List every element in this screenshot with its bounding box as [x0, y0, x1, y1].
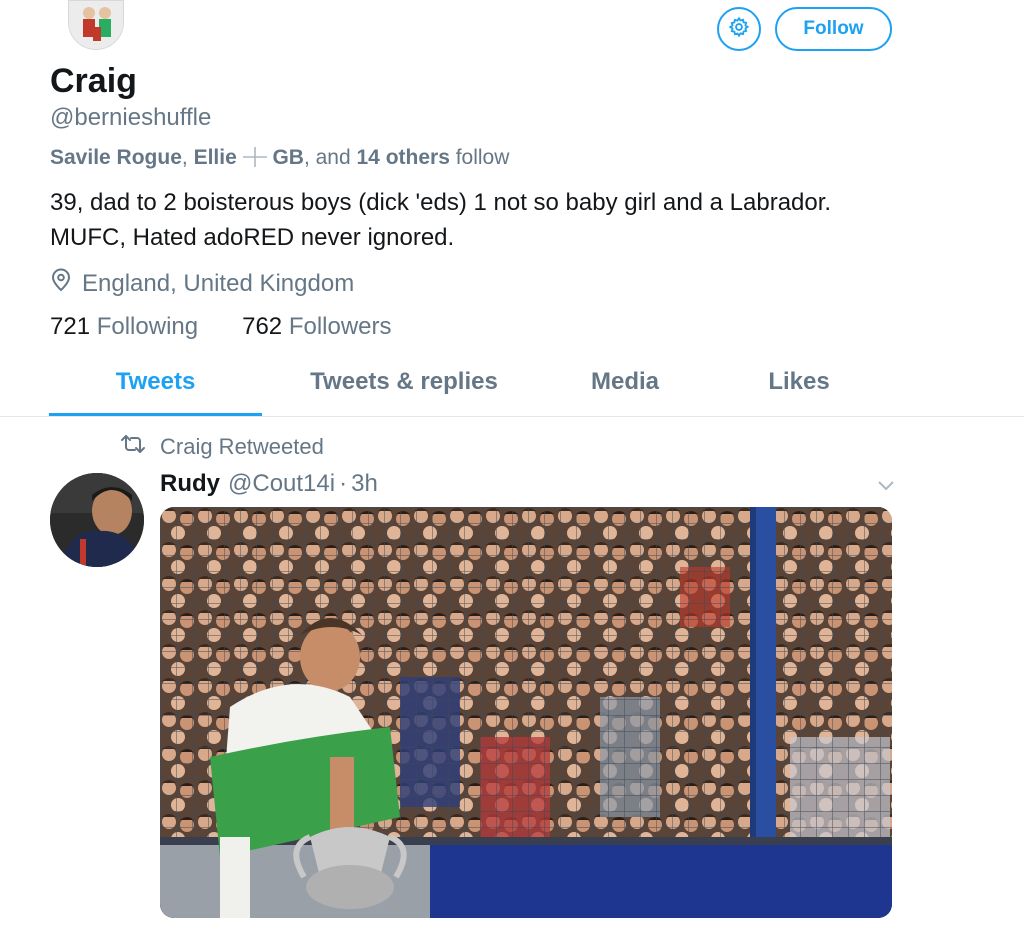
followers-count: 762 — [242, 313, 283, 340]
settings-button[interactable] — [717, 7, 761, 51]
tweet-header-separator: · — [339, 470, 348, 497]
profile-display-name: Craig — [50, 62, 137, 100]
chevron-down-icon — [877, 478, 895, 495]
tweet-timestamp[interactable]: 3h — [351, 470, 378, 498]
tabs-divider — [0, 416, 1024, 417]
location-pin-icon — [50, 268, 82, 299]
profile-stats: 721 Following 762 Followers — [50, 313, 436, 341]
followed-by-separator: , — [181, 146, 194, 169]
retweet-icon — [120, 434, 160, 460]
retweet-context[interactable]: Craig Retweeted — [120, 434, 324, 460]
gear-icon — [728, 16, 750, 43]
tweet-author-handle[interactable]: @Cout14i — [228, 470, 335, 498]
tweet-menu-caret[interactable] — [877, 478, 895, 496]
profile-location: England, United Kingdom — [50, 268, 354, 299]
followers-stat[interactable]: 762 Followers — [242, 313, 391, 341]
location-text: England, United Kingdom — [82, 269, 355, 297]
follower-name-1[interactable]: Savile Rogue — [50, 146, 182, 169]
followers-label: Followers — [288, 313, 392, 340]
tab-likes[interactable]: Likes — [749, 368, 849, 416]
follow-button[interactable]: Follow — [775, 7, 892, 51]
tab-tweets[interactable]: Tweets — [49, 368, 262, 416]
profile-tabs: Tweets Tweets & replies Media Likes — [49, 368, 879, 416]
follower-name-2[interactable]: Ellie — [194, 146, 237, 169]
profile-handle: @bernieshuffle — [50, 104, 212, 131]
tweet-author-name[interactable]: Rudy — [160, 470, 220, 498]
follower-name-3[interactable]: GB — [272, 146, 304, 169]
followed-by-line[interactable]: Savile Rogue, Ellie GB, and 14 others fo… — [50, 146, 509, 170]
plus-icon — [242, 146, 273, 169]
following-count: 721 — [50, 313, 91, 340]
profile-bio: 39, dad to 2 boisterous boys (dick 'eds)… — [50, 189, 832, 251]
profile-avatar[interactable] — [68, 0, 124, 50]
retweet-label: Craig Retweeted — [160, 434, 324, 459]
tweet-header: Rudy @Cout14i · 3h — [160, 470, 378, 498]
followed-by-others[interactable]: 14 others — [357, 146, 450, 169]
tweet-author-avatar[interactable] — [50, 473, 144, 567]
following-label: Following — [96, 313, 199, 340]
followed-by-and: , and — [303, 146, 357, 169]
tab-media[interactable]: Media — [569, 368, 681, 416]
following-stat[interactable]: 721 Following — [50, 313, 198, 341]
followed-by-follow: follow — [449, 146, 510, 169]
tweet-media-image[interactable] — [160, 507, 892, 918]
tab-tweets-replies[interactable]: Tweets & replies — [279, 368, 529, 416]
